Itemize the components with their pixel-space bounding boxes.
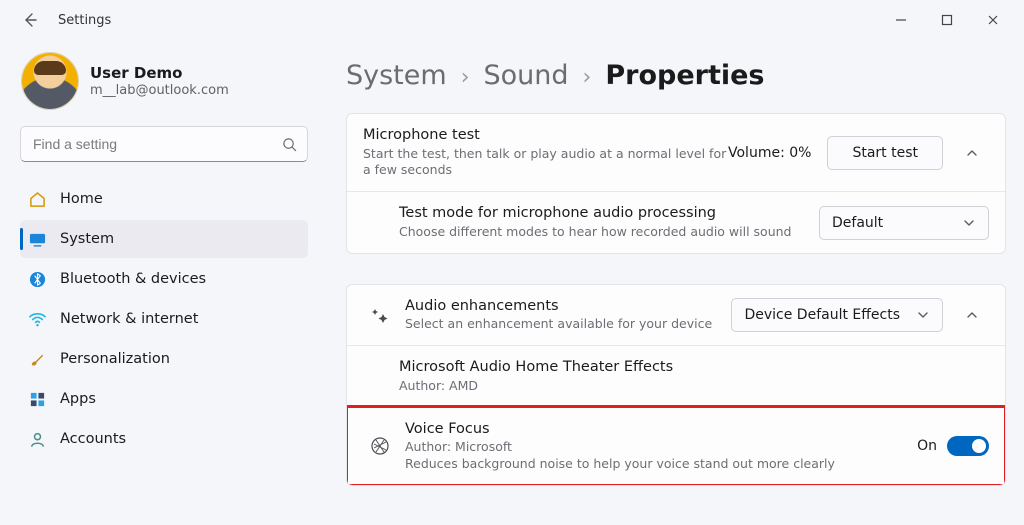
mic-mode-row: Test mode for microphone audio processin… <box>347 191 1005 252</box>
start-test-button[interactable]: Start test <box>827 136 943 170</box>
mic-test-group: Microphone test Start the test, then tal… <box>346 113 1006 254</box>
bluetooth-icon <box>28 270 46 288</box>
breadcrumb: System › Sound › Properties <box>346 60 1006 91</box>
search-input[interactable] <box>31 135 282 153</box>
chevron-right-icon: › <box>461 65 470 90</box>
window-controls <box>890 9 1018 31</box>
window-title: Settings <box>58 13 111 28</box>
close-button[interactable] <box>982 9 1004 31</box>
user-email: m__lab@outlook.com <box>90 83 229 99</box>
breadcrumb-properties: Properties <box>605 60 764 91</box>
chevron-down-icon <box>916 308 930 322</box>
wifi-icon <box>28 310 46 328</box>
enhancements-header-row: Audio enhancements Select an enhancement… <box>347 285 1005 345</box>
back-button[interactable] <box>16 6 44 34</box>
mic-mode-sub: Choose different modes to hear how recor… <box>399 224 819 241</box>
apps-icon <box>28 390 46 408</box>
system-icon <box>28 230 46 248</box>
vf-state-label: On <box>917 438 937 454</box>
vf-title: Voice Focus <box>405 420 917 440</box>
nav-label: Personalization <box>60 351 170 367</box>
nav-system[interactable]: System <box>20 220 308 258</box>
sidebar: User Demo m__lab@outlook.com Home System… <box>0 40 322 486</box>
nav-label: Accounts <box>60 431 126 447</box>
enh-value: Device Default Effects <box>744 307 900 323</box>
enh-item-voice-focus: Voice Focus Author: Microsoft Reduces ba… <box>347 407 1005 485</box>
home-icon <box>28 190 46 208</box>
vf-author: Author: Microsoft <box>405 439 917 456</box>
main-content: System › Sound › Properties Microphone t… <box>322 40 1024 486</box>
minimize-button[interactable] <box>890 9 912 31</box>
chevron-right-icon: › <box>583 65 592 90</box>
sparkle-icon <box>363 306 397 324</box>
enh-item-home-theater[interactable]: Microsoft Audio Home Theater Effects Aut… <box>347 345 1005 406</box>
breadcrumb-system[interactable]: System <box>346 60 447 91</box>
vf-sub: Reduces background noise to help your vo… <box>405 456 917 473</box>
enhancements-group: Audio enhancements Select an enhancement… <box>346 284 1006 486</box>
nav-network[interactable]: Network & internet <box>20 300 308 338</box>
nav-personalization[interactable]: Personalization <box>20 340 308 378</box>
nav-label: System <box>60 231 114 247</box>
nav-label: Bluetooth & devices <box>60 271 206 287</box>
breadcrumb-sound[interactable]: Sound <box>484 60 569 91</box>
mic-volume-label: Volume: 0% <box>728 145 811 161</box>
nav-home[interactable]: Home <box>20 180 308 218</box>
mic-test-sub: Start the test, then talk or play audio … <box>363 146 728 180</box>
maximize-button[interactable] <box>936 9 958 31</box>
nav-label: Home <box>60 191 103 207</box>
nav-accounts[interactable]: Accounts <box>20 420 308 458</box>
chevron-down-icon <box>962 216 976 230</box>
enh-select[interactable]: Device Default Effects <box>731 298 943 332</box>
user-name: User Demo <box>90 64 229 83</box>
collapse-button[interactable] <box>955 298 989 332</box>
enh-sub: Select an enhancement available for your… <box>405 316 731 333</box>
search-box[interactable] <box>20 126 308 162</box>
collapse-button[interactable] <box>955 136 989 170</box>
nav-bluetooth[interactable]: Bluetooth & devices <box>20 260 308 298</box>
nav-label: Apps <box>60 391 96 407</box>
avatar <box>22 53 78 109</box>
nav-list: Home System Bluetooth & devices Network … <box>20 180 308 458</box>
enh-title: Audio enhancements <box>405 297 731 317</box>
nav-apps[interactable]: Apps <box>20 380 308 418</box>
enh-item-title: Microsoft Audio Home Theater Effects <box>399 358 989 378</box>
mic-mode-title: Test mode for microphone audio processin… <box>399 204 819 224</box>
user-profile[interactable]: User Demo m__lab@outlook.com <box>20 50 308 120</box>
vf-toggle[interactable] <box>947 436 989 456</box>
start-test-label: Start test <box>852 145 918 161</box>
search-icon <box>282 137 297 152</box>
accounts-icon <box>28 430 46 448</box>
mic-mode-select[interactable]: Default <box>819 206 989 240</box>
voice-focus-icon <box>363 436 397 456</box>
mic-mode-value: Default <box>832 215 883 231</box>
enh-item-author: Author: AMD <box>399 378 989 395</box>
titlebar: Settings <box>0 0 1024 40</box>
nav-label: Network & internet <box>60 311 198 327</box>
mic-test-title: Microphone test <box>363 126 728 146</box>
brush-icon <box>28 350 46 368</box>
mic-test-row: Microphone test Start the test, then tal… <box>347 114 1005 191</box>
